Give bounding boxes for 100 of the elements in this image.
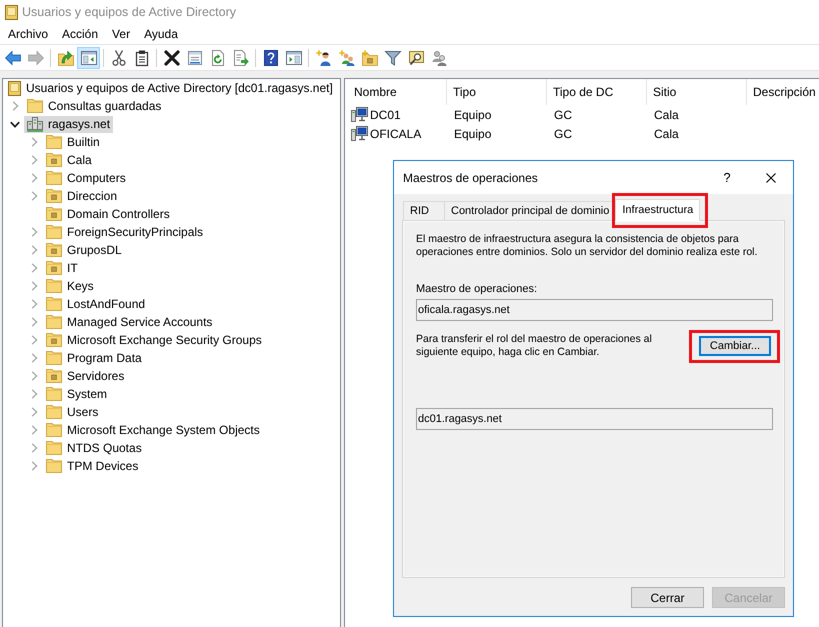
tree-item[interactable]: Keys (43, 278, 97, 294)
servers-icon (27, 116, 43, 132)
field-label: Maestro de operaciones: (416, 283, 538, 296)
properties-icon (186, 50, 202, 66)
directory-icon (8, 80, 21, 96)
chevron-right-icon[interactable] (30, 263, 38, 273)
help-icon (262, 50, 278, 66)
tab[interactable]: Infraestructura (615, 199, 700, 221)
ou-folder-icon (46, 261, 62, 275)
folder-icon (46, 279, 62, 293)
new-group-icon (338, 50, 354, 66)
users-icon (430, 50, 446, 66)
forward-arrow-icon (28, 50, 44, 66)
tree-item[interactable]: Builtin (43, 134, 103, 150)
console-tree-icon (80, 50, 96, 66)
tree-item[interactable]: Usuarios y equipos de Active Directory [dc01.ragasys.net] (5, 80, 336, 96)
ou-folder-icon (46, 369, 62, 383)
folder-icon (46, 135, 62, 149)
chevron-right-icon[interactable] (30, 191, 38, 201)
back-arrow-icon (4, 50, 20, 66)
tree-item[interactable]: System (43, 386, 110, 402)
tree-item[interactable]: ForeignSecurityPrincipals (43, 224, 206, 240)
column-header[interactable]: Descripción (747, 79, 819, 105)
folder-icon (46, 171, 62, 185)
description-text: El maestro de infraestructura asegura la consistencia de objetos para operaciones entre dominios. Solo un servidor del dominio realiza este rol. (416, 233, 758, 259)
console-tree-button[interactable] (77, 46, 100, 68)
export-list-icon (232, 50, 248, 66)
table-cell: Equipo (454, 126, 492, 140)
folder-icon (46, 225, 62, 239)
tree-item[interactable]: Cala (43, 152, 95, 168)
computer-icon (351, 126, 368, 141)
chevron-right-icon[interactable] (30, 335, 38, 345)
menu-item[interactable]: Ver (105, 25, 138, 43)
tree-item[interactable]: ragasys.net (24, 116, 114, 132)
tree-item[interactable]: Microsoft Exchange System Objects (43, 422, 263, 438)
table-cell: DC01 (370, 108, 401, 122)
tree-item[interactable]: NTDS Quotas (43, 440, 145, 456)
action-pane-icon (286, 50, 302, 66)
chevron-right-icon[interactable] (12, 101, 18, 111)
chevron-right-icon[interactable] (30, 137, 38, 147)
tree-item[interactable]: Managed Service Accounts (43, 314, 216, 330)
tree-item[interactable]: Microsoft Exchange Security Groups (43, 332, 265, 348)
chevron-right-icon[interactable] (30, 173, 38, 183)
table-cell: GC (554, 126, 572, 140)
chevron-right-icon[interactable] (30, 407, 38, 417)
tree-item[interactable]: Servidores (43, 368, 128, 384)
tree-item[interactable]: TPM Devices (43, 458, 142, 474)
table-cell: Cala (654, 126, 679, 140)
menu-item[interactable]: Archivo (1, 25, 56, 43)
chevron-right-icon[interactable] (30, 299, 38, 309)
folder-icon (46, 459, 62, 473)
text-field[interactable]: dc01.ragasys.net (416, 408, 773, 430)
chevron-right-icon[interactable] (30, 371, 38, 381)
tree-item[interactable]: Computers (43, 170, 129, 186)
dialog-button[interactable]: Cerrar (631, 587, 704, 608)
chevron-right-icon[interactable] (30, 245, 38, 255)
chevron-right-icon[interactable] (30, 353, 38, 363)
table-cell: OFICALA (370, 126, 422, 140)
tree-item[interactable]: Users (43, 404, 102, 420)
tree-item[interactable]: Domain Controllers (43, 206, 173, 222)
close-icon (766, 172, 776, 182)
chevron-right-icon[interactable] (30, 281, 38, 291)
column-header[interactable]: Tipo (447, 79, 547, 105)
tree-item[interactable]: Program Data (43, 350, 145, 366)
help-button[interactable]: ? (705, 161, 749, 194)
tree-item[interactable]: LostAndFound (43, 296, 148, 312)
tab[interactable]: RID (403, 201, 445, 221)
table-cell: Equipo (454, 108, 492, 122)
folder-up-icon (58, 50, 74, 66)
filter-icon (384, 50, 400, 66)
find-icon (408, 50, 424, 66)
ou-folder-icon (46, 207, 62, 221)
scissors-icon (110, 50, 126, 66)
delete-icon (164, 50, 180, 66)
column-header[interactable]: Sitio (647, 79, 747, 105)
refresh-icon (210, 50, 226, 66)
tree-item[interactable]: IT (43, 260, 81, 276)
ou-folder-icon (46, 243, 62, 257)
chevron-right-icon[interactable] (30, 461, 38, 471)
column-header[interactable]: Nombre (345, 79, 447, 105)
chevron-right-icon[interactable] (30, 227, 38, 237)
folder-icon (46, 351, 62, 365)
column-header[interactable]: Tipo de DC (547, 79, 647, 105)
new-folder-icon (362, 50, 378, 66)
folder-icon (46, 315, 62, 329)
chevron-right-icon[interactable] (30, 389, 38, 399)
chevron-right-icon[interactable] (30, 155, 38, 165)
table-cell: Cala (654, 108, 679, 122)
change-button[interactable]: Cambiar... (699, 336, 771, 356)
tree-item[interactable]: GruposDL (43, 242, 125, 258)
chevron-right-icon[interactable] (30, 317, 38, 327)
tree-item[interactable]: Consultas guardadas (24, 98, 164, 114)
menu-item[interactable]: Ayuda (137, 25, 185, 43)
chevron-down-icon[interactable] (10, 120, 20, 128)
chevron-right-icon[interactable] (30, 425, 38, 435)
chevron-right-icon[interactable] (30, 443, 38, 453)
menu-item[interactable]: Acción (55, 25, 106, 43)
folder-icon (46, 441, 62, 455)
tree-item[interactable]: Direccion (43, 188, 120, 204)
text-field[interactable]: oficala.ragasys.net (416, 299, 773, 321)
